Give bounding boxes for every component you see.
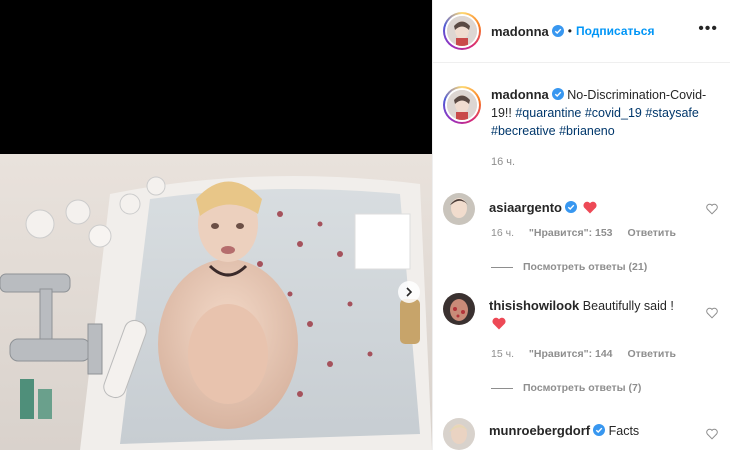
post-media <box>0 0 432 450</box>
comment-likes[interactable]: "Нравится": 153 <box>529 227 613 239</box>
comment-time[interactable]: 15 ч. <box>491 348 514 360</box>
commenter-username[interactable]: thisishowilook <box>489 298 579 313</box>
author-avatar[interactable] <box>443 12 481 50</box>
caption-author-avatar[interactable] <box>443 86 481 124</box>
hashtag-link[interactable]: #quarantine <box>515 106 581 120</box>
view-replies-label: Посмотреть ответы (7) <box>523 382 642 394</box>
separator-dot: • <box>567 24 572 38</box>
view-replies-button[interactable]: Посмотреть ответы (21) <box>491 261 647 273</box>
hashtag-link[interactable]: #covid_19 <box>585 106 642 120</box>
author-username[interactable]: madonna <box>491 24 549 39</box>
video-player[interactable] <box>0 154 432 450</box>
comment-meta: 15 ч. "Нравится": 144 Ответить <box>491 348 688 360</box>
comment-text: Facts <box>608 424 640 438</box>
comment-item: thisishowilook Beautifully said ! <box>443 293 728 333</box>
commenter-username[interactable]: asiaargento <box>489 200 562 215</box>
video-frame-image <box>0 154 432 450</box>
heart-outline-icon[interactable] <box>706 428 718 440</box>
hashtag-link[interactable]: #brianeno <box>559 124 615 138</box>
follow-button[interactable]: Подписаться <box>576 24 654 38</box>
comment-time[interactable]: 16 ч. <box>491 227 514 239</box>
more-options-icon[interactable]: ••• <box>698 21 718 37</box>
commenter-avatar[interactable] <box>443 418 475 450</box>
red-heart-emoji-icon <box>492 317 506 330</box>
hashtag-link[interactable]: #becreative <box>491 124 556 138</box>
post-caption: madonna No-Discrimination-Covid-19!! #qu… <box>443 86 718 140</box>
view-replies-button[interactable]: Посмотреть ответы (7) <box>491 382 641 394</box>
commenter-avatar[interactable] <box>443 293 475 325</box>
commenter-avatar[interactable] <box>443 193 475 225</box>
reply-button[interactable]: Ответить <box>627 348 676 360</box>
post-header: madonna • Подписаться ••• <box>433 0 730 63</box>
hashtag-link[interactable]: #staysafe <box>645 106 699 120</box>
verified-badge-icon <box>564 201 577 213</box>
post-side-panel: madonna • Подписаться ••• madonna No-Dis… <box>432 0 730 450</box>
comment-item: munroebergdorf Facts <box>443 418 728 450</box>
view-replies-label: Посмотреть ответы (21) <box>523 261 648 273</box>
verified-badge-icon <box>593 424 606 436</box>
verified-badge-icon <box>551 88 564 100</box>
caption-username[interactable]: madonna <box>491 87 549 102</box>
chevron-right-icon <box>406 287 413 297</box>
comment-likes[interactable]: "Нравится": 144 <box>529 348 613 360</box>
next-media-button[interactable] <box>398 281 420 303</box>
commenter-username[interactable]: munroebergdorf <box>489 423 590 438</box>
heart-outline-icon[interactable] <box>706 203 718 215</box>
replies-divider-line <box>491 266 513 268</box>
replies-divider-line <box>491 387 513 389</box>
reply-button[interactable]: Ответить <box>627 227 676 239</box>
comment-meta: 16 ч. "Нравится": 153 Ответить <box>491 227 688 239</box>
red-heart-emoji-icon <box>583 201 598 214</box>
verified-badge-icon <box>551 25 564 37</box>
comment-item: asiaargento <box>443 193 728 225</box>
comment-text: Beautifully said ! <box>582 299 674 313</box>
heart-outline-icon[interactable] <box>706 307 718 319</box>
post-timestamp[interactable]: 16 ч. <box>491 156 515 168</box>
